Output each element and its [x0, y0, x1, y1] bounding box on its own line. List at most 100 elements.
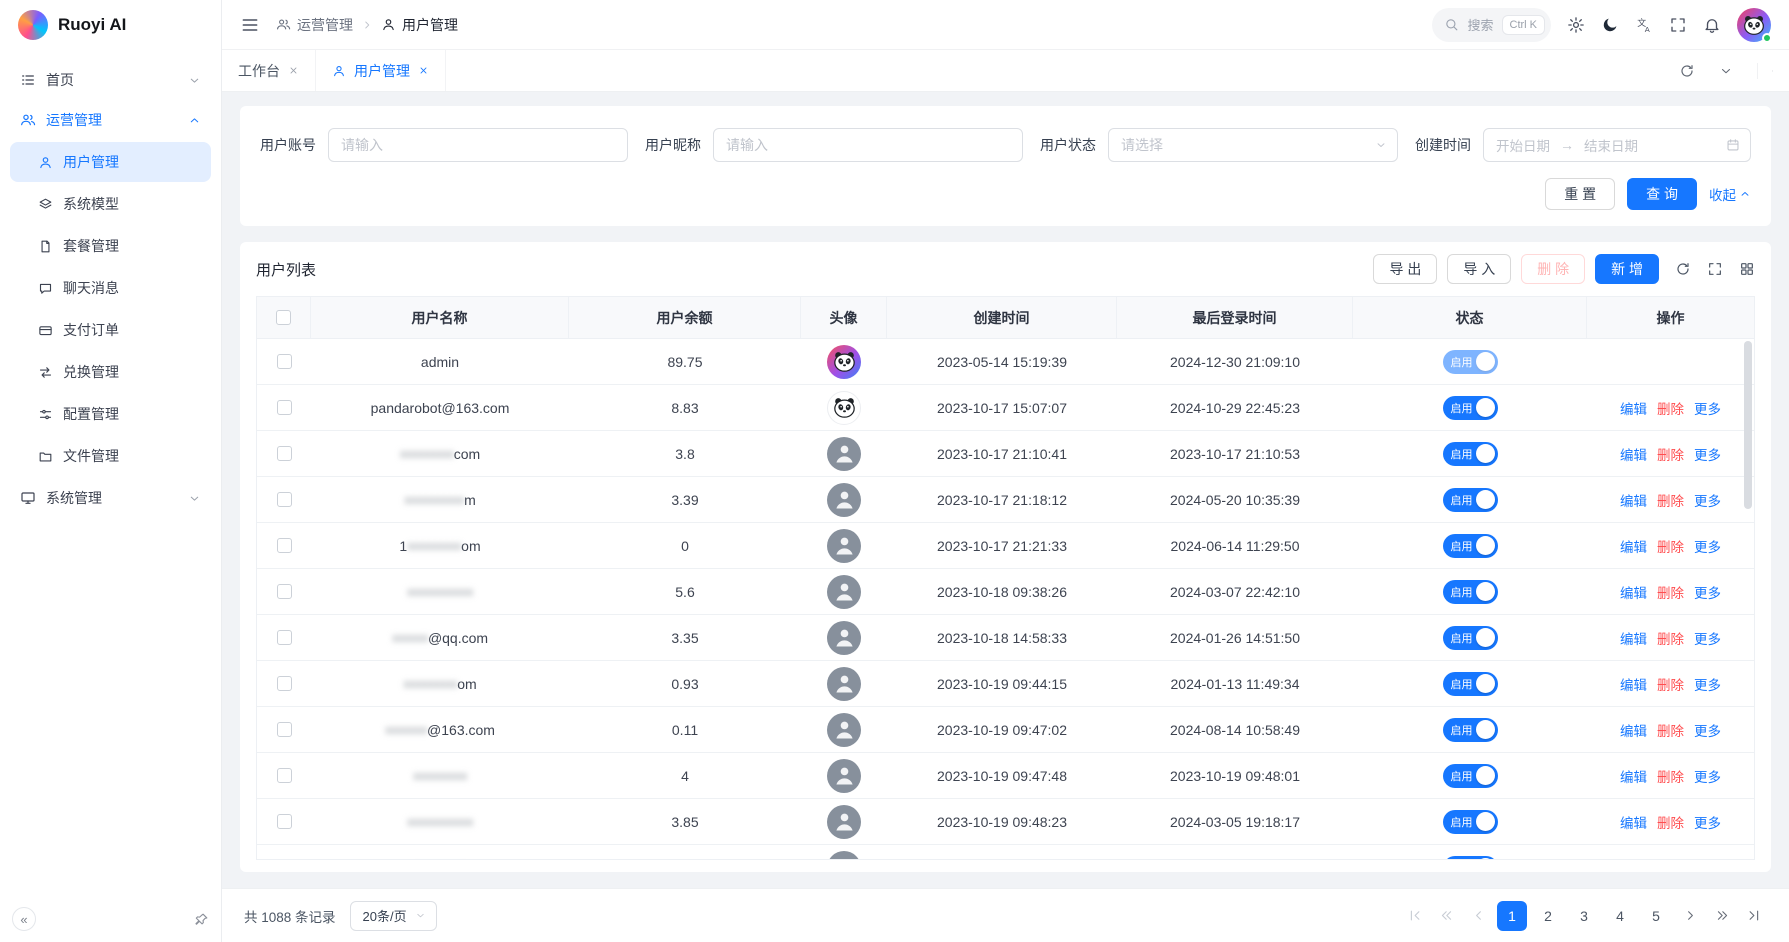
fullscreen-icon[interactable] [1669, 16, 1687, 34]
sidebar-item-0[interactable]: 用户管理 [10, 142, 211, 182]
delete-link[interactable]: 删除 [1657, 536, 1684, 556]
delete-link[interactable]: 删除 [1657, 858, 1684, 860]
sidebar-item-5[interactable]: 兑换管理 [10, 352, 211, 392]
menu-toggle-icon[interactable] [240, 15, 260, 35]
next-page-button[interactable] [1677, 903, 1703, 929]
page-button-1[interactable]: 1 [1497, 901, 1527, 931]
row-checkbox[interactable] [277, 722, 292, 737]
status-select[interactable]: 请选择 [1108, 128, 1398, 162]
more-link[interactable]: 更多 [1694, 674, 1721, 694]
sidebar-item-2[interactable]: 套餐管理 [10, 226, 211, 266]
content-fullscreen-icon[interactable] [1757, 63, 1773, 79]
delete-link[interactable]: 删除 [1657, 628, 1684, 648]
breadcrumb-user-mgmt[interactable]: 用户管理 [381, 15, 458, 35]
row-checkbox[interactable] [277, 814, 292, 829]
sidebar-item-7[interactable]: 文件管理 [10, 436, 211, 476]
sidebar-item-1[interactable]: 系统模型 [10, 184, 211, 224]
delete-link[interactable]: 删除 [1657, 582, 1684, 602]
edit-link[interactable]: 编辑 [1620, 490, 1647, 510]
delete-link[interactable]: 删除 [1657, 398, 1684, 418]
row-checkbox[interactable] [277, 492, 292, 507]
table-fullscreen-icon[interactable] [1707, 261, 1723, 277]
user-avatar-menu[interactable] [1737, 8, 1771, 42]
next-10-pages-button[interactable] [1709, 903, 1735, 929]
row-checkbox[interactable] [277, 676, 292, 691]
last-page-button[interactable] [1741, 903, 1767, 929]
page-size-select[interactable]: 20条/页 [350, 901, 437, 931]
more-link[interactable]: 更多 [1694, 628, 1721, 648]
more-link[interactable]: 更多 [1694, 582, 1721, 602]
edit-link[interactable]: 编辑 [1620, 858, 1647, 860]
tab-options-icon[interactable] [1719, 64, 1733, 78]
status-toggle[interactable]: 启用 [1443, 350, 1498, 374]
row-checkbox[interactable] [277, 538, 292, 553]
more-link[interactable]: 更多 [1694, 398, 1721, 418]
row-checkbox[interactable] [277, 584, 292, 599]
delete-link[interactable]: 删除 [1657, 812, 1684, 832]
language-icon[interactable]: 文A [1635, 16, 1653, 34]
more-link[interactable]: 更多 [1694, 444, 1721, 464]
status-toggle[interactable]: 启用 [1443, 856, 1498, 860]
more-link[interactable]: 更多 [1694, 720, 1721, 740]
row-checkbox[interactable] [277, 400, 292, 415]
edit-link[interactable]: 编辑 [1620, 720, 1647, 740]
collapse-filter-link[interactable]: 收起 [1709, 184, 1751, 204]
pin-icon[interactable] [194, 912, 209, 927]
delete-link[interactable]: 删除 [1657, 720, 1684, 740]
search-button[interactable]: 查 询 [1627, 178, 1697, 210]
status-toggle[interactable]: 启用 [1443, 442, 1498, 466]
table-scrollbar[interactable] [1744, 341, 1752, 509]
close-icon[interactable] [418, 65, 429, 76]
date-range-picker[interactable]: 开始日期 → 结束日期 [1483, 128, 1751, 162]
tab-user-mgmt[interactable]: 用户管理 [316, 50, 446, 91]
edit-link[interactable]: 编辑 [1620, 812, 1647, 832]
status-toggle[interactable]: 启用 [1443, 672, 1498, 696]
sidebar-collapse-button[interactable]: « [12, 907, 36, 931]
more-link[interactable]: 更多 [1694, 536, 1721, 556]
dark-mode-icon[interactable] [1601, 16, 1619, 34]
account-input[interactable] [328, 128, 628, 162]
global-search[interactable]: 搜索 Ctrl K [1432, 8, 1551, 42]
notifications-icon[interactable] [1703, 16, 1721, 34]
settings-icon[interactable] [1567, 16, 1585, 34]
status-toggle[interactable]: 启用 [1443, 534, 1498, 558]
edit-link[interactable]: 编辑 [1620, 444, 1647, 464]
status-toggle[interactable]: 启用 [1443, 488, 1498, 512]
page-button-4[interactable]: 4 [1605, 901, 1635, 931]
status-toggle[interactable]: 启用 [1443, 396, 1498, 420]
status-toggle[interactable]: 启用 [1443, 626, 1498, 650]
prev-page-button[interactable] [1465, 903, 1491, 929]
sidebar-item-operations[interactable]: 运营管理 [10, 100, 211, 140]
delete-link[interactable]: 删除 [1657, 490, 1684, 510]
row-checkbox[interactable] [277, 630, 292, 645]
add-button[interactable]: 新 增 [1595, 254, 1659, 284]
row-checkbox[interactable] [277, 354, 292, 369]
select-all-checkbox[interactable] [276, 310, 291, 325]
delete-link[interactable]: 删除 [1657, 766, 1684, 786]
column-settings-icon[interactable] [1739, 261, 1755, 277]
delete-link[interactable]: 删除 [1657, 674, 1684, 694]
delete-link[interactable]: 删除 [1657, 444, 1684, 464]
sidebar-item-6[interactable]: 配置管理 [10, 394, 211, 434]
reset-button[interactable]: 重 置 [1545, 178, 1615, 210]
more-link[interactable]: 更多 [1694, 812, 1721, 832]
sidebar-item-system[interactable]: 系统管理 [10, 478, 211, 518]
edit-link[interactable]: 编辑 [1620, 582, 1647, 602]
nickname-input[interactable] [713, 128, 1023, 162]
status-toggle[interactable]: 启用 [1443, 718, 1498, 742]
refresh-table-icon[interactable] [1675, 261, 1691, 277]
sidebar-item-home[interactable]: 首页 [10, 60, 211, 100]
page-button-2[interactable]: 2 [1533, 901, 1563, 931]
page-button-3[interactable]: 3 [1569, 901, 1599, 931]
row-checkbox[interactable] [277, 446, 292, 461]
edit-link[interactable]: 编辑 [1620, 398, 1647, 418]
edit-link[interactable]: 编辑 [1620, 674, 1647, 694]
first-page-button[interactable] [1401, 903, 1427, 929]
close-icon[interactable] [288, 65, 299, 76]
edit-link[interactable]: 编辑 [1620, 628, 1647, 648]
status-toggle[interactable]: 启用 [1443, 764, 1498, 788]
prev-10-pages-button[interactable] [1433, 903, 1459, 929]
page-button-5[interactable]: 5 [1641, 901, 1671, 931]
delete-button[interactable]: 删 除 [1521, 254, 1585, 284]
refresh-page-icon[interactable] [1679, 63, 1695, 79]
